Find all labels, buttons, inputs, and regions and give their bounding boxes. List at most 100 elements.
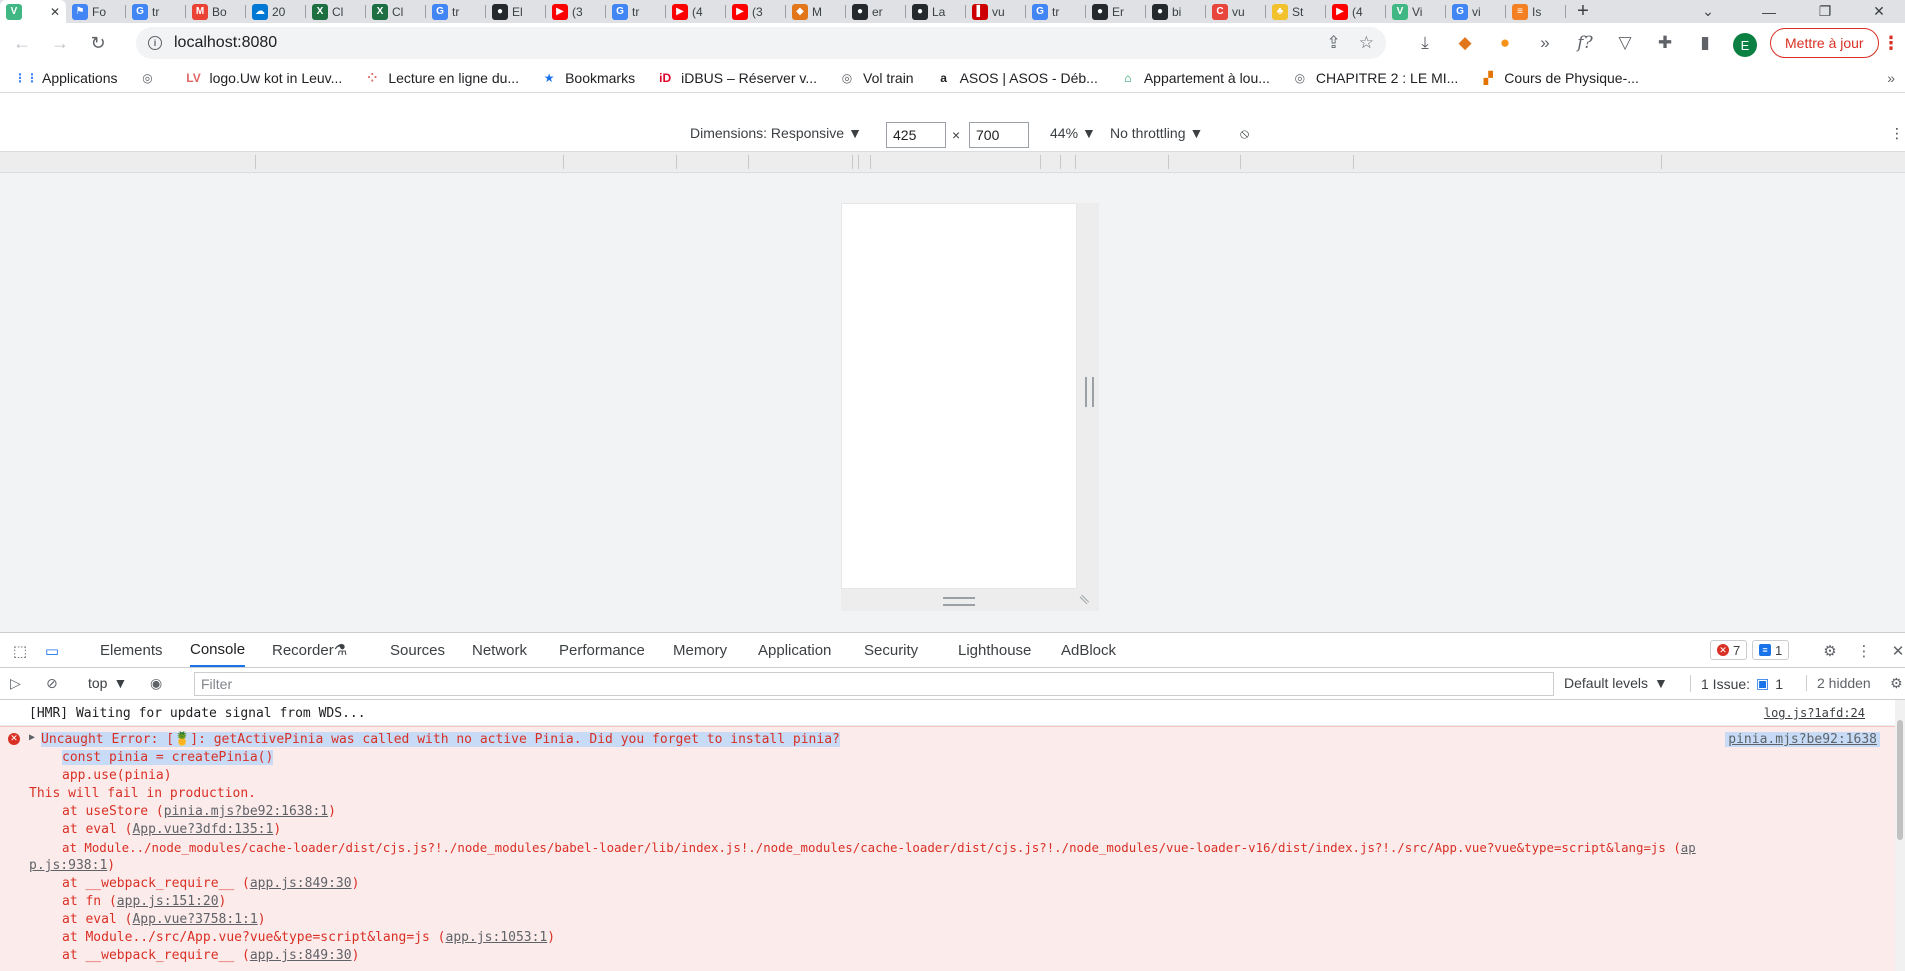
browser-tab[interactable]: X Cl	[306, 0, 366, 23]
devtools-tab-elements[interactable]: Elements	[100, 633, 163, 667]
zoom-dropdown[interactable]: 44% ▼	[1050, 125, 1096, 141]
close-devtools-icon[interactable]: ✕	[1888, 641, 1905, 661]
devtools-tab-lighthouse[interactable]: Lighthouse	[958, 633, 1031, 667]
extension-p-icon[interactable]: ●	[1490, 27, 1520, 59]
stack-link[interactable]: app.js:849:30	[250, 876, 352, 891]
log-levels-dropdown[interactable]: Default levels ▼	[1564, 675, 1668, 691]
devtools-tab-application[interactable]: Application	[758, 633, 831, 667]
log-source-link[interactable]: log.js?1afd:24	[1764, 706, 1865, 720]
bookmark-item[interactable]: ⁘ Lecture en ligne du...	[364, 70, 519, 86]
update-button[interactable]: Mettre à jour	[1770, 28, 1879, 58]
vue-devtools-icon[interactable]: ▽	[1610, 27, 1640, 59]
address-bar[interactable]: i localhost:8080 ⇪ ☆	[136, 27, 1386, 59]
download-icon[interactable]: ⤓	[1410, 27, 1440, 59]
console-settings-gear-icon[interactable]: ⚙	[1890, 675, 1903, 692]
stack-link[interactable]: pinia.mjs?be92:1638:1	[164, 804, 328, 819]
site-info-icon[interactable]: i	[148, 36, 162, 50]
stack-link[interactable]: p.js:938:1	[29, 858, 107, 873]
browser-tab[interactable]: Gtr	[426, 0, 486, 23]
browser-tab[interactable]: ● bi	[1146, 0, 1206, 23]
bookmark-item[interactable]: ★ Bookmarks	[541, 70, 635, 86]
browser-tab[interactable]: X Cl	[366, 0, 426, 23]
device-toggle-icon[interactable]: ▭	[42, 641, 62, 661]
rotate-icon[interactable]: ⦸	[1240, 125, 1249, 142]
browser-tab[interactable]: V ✕	[0, 0, 66, 23]
bookmark-item[interactable]: ⌂ Appartement à lou...	[1120, 70, 1270, 86]
stack-link[interactable]: ap	[1681, 840, 1696, 855]
bookmarks-overflow-icon[interactable]: »	[1887, 70, 1895, 86]
message-count-badge[interactable]: ≡ 1	[1752, 640, 1790, 660]
browser-tab[interactable]: ▶ (3	[726, 0, 786, 23]
browser-tab[interactable]: ◆ M	[786, 0, 846, 23]
devtools-menu-icon[interactable]: ⋮	[1854, 641, 1874, 661]
chrome-menu-icon[interactable]: ⋮	[1882, 33, 1900, 54]
throttling-dropdown[interactable]: No throttling ▼	[1110, 125, 1203, 141]
browser-tab[interactable]: Gtr	[606, 0, 666, 23]
browser-tab[interactable]: ⚑ Fo	[66, 0, 126, 23]
browser-tab[interactable]: V Vi	[1386, 0, 1446, 23]
browser-tab[interactable]: ▶ (4	[1326, 0, 1386, 23]
browser-tab[interactable]: ♣ St	[1266, 0, 1326, 23]
context-selector[interactable]: top ▼	[88, 675, 127, 691]
device-options-icon[interactable]: ⋮	[1890, 125, 1904, 142]
share-icon[interactable]: ⇪	[1327, 33, 1341, 53]
settings-gear-icon[interactable]: ⚙	[1820, 641, 1840, 661]
bookmark-item[interactable]: ◎	[140, 70, 164, 86]
browser-tab[interactable]: Gvi	[1446, 0, 1506, 23]
error-source-link[interactable]: pinia.mjs?be92:1638	[1725, 732, 1880, 747]
devtools-tab-network[interactable]: Network	[472, 633, 527, 667]
dimensions-dropdown[interactable]: Dimensions: Responsive ▼	[690, 125, 862, 141]
resize-handle-right[interactable]	[1077, 203, 1099, 589]
browser-tab[interactable]: ≡ Is	[1506, 0, 1566, 23]
browser-tab[interactable]: ▶ (4	[666, 0, 726, 23]
new-tab-icon[interactable]: +	[1566, 0, 1600, 23]
reload-icon[interactable]: ↻	[82, 27, 114, 59]
extensions-puzzle-icon[interactable]: ✚	[1650, 27, 1680, 59]
devtools-tab-security[interactable]: Security	[864, 633, 918, 667]
clear-console-icon[interactable]: ⊘	[46, 675, 58, 692]
browser-tab[interactable]: ▌ vu	[966, 0, 1026, 23]
bookmark-item[interactable]: ⋮⋮ Applications	[14, 70, 118, 86]
close-window-icon[interactable]: ✕	[1851, 0, 1905, 23]
devtools-tab-memory[interactable]: Memory	[673, 633, 727, 667]
resize-handle-bottom[interactable]	[841, 589, 1099, 611]
bookmark-star-icon[interactable]: ☆	[1359, 33, 1374, 53]
close-tab-icon[interactable]: ✕	[50, 5, 60, 19]
expand-triangle-icon[interactable]: ▶	[29, 732, 35, 743]
browser-tab[interactable]: ● Er	[1086, 0, 1146, 23]
minimize-icon[interactable]: —	[1741, 0, 1797, 23]
forward-icon[interactable]: →	[44, 27, 76, 59]
bookmark-item[interactable]: iD iDBUS – Réserver v...	[657, 70, 817, 86]
browser-tab[interactable]: Gtr	[1026, 0, 1086, 23]
devtools-tab-recorder[interactable]: Recorder ⚗	[272, 633, 347, 667]
device-screen[interactable]	[841, 203, 1077, 589]
devtools-tab-adblock[interactable]: AdBlock	[1061, 633, 1116, 667]
bookmark-item[interactable]: ◎ Vol train	[839, 70, 914, 86]
browser-tab[interactable]: ☁ 20	[246, 0, 306, 23]
tab-search-icon[interactable]: ⌄	[1680, 0, 1736, 23]
stack-link[interactable]: App.vue?3758:1:1	[132, 912, 257, 927]
inspect-element-icon[interactable]: ⬚	[10, 641, 30, 661]
browser-tab[interactable]: Cvu	[1206, 0, 1266, 23]
browser-tab[interactable]: Gtr	[126, 0, 186, 23]
stack-link[interactable]: app.js:1053:1	[446, 930, 548, 945]
height-input[interactable]: 700	[969, 122, 1029, 148]
issues-button[interactable]: 1 Issue: ▣ 1	[1690, 675, 1783, 692]
media-query-ruler[interactable]	[0, 151, 1905, 173]
console-output[interactable]: [HMR] Waiting for update signal from WDS…	[0, 700, 1905, 971]
live-expression-eye-icon[interactable]: ◉	[150, 675, 162, 692]
filter-input[interactable]: Filter	[194, 672, 1554, 696]
devtools-tab-performance[interactable]: Performance	[559, 633, 645, 667]
sidebar-toggle-icon[interactable]: ▷	[10, 675, 21, 692]
bookmark-item[interactable]: a ASOS | ASOS - Déb...	[936, 70, 1098, 86]
extension-formula-icon[interactable]: f?	[1570, 27, 1600, 59]
bookmark-item[interactable]: ▞ Cours de Physique-...	[1480, 70, 1639, 86]
error-count-badge[interactable]: ✕ 7	[1710, 640, 1748, 660]
metamask-icon[interactable]: ◆	[1450, 27, 1480, 59]
stack-link[interactable]: App.vue?3dfd:135:1	[132, 822, 273, 837]
browser-tab[interactable]: M Bo	[186, 0, 246, 23]
console-scrollbar[interactable]	[1895, 700, 1905, 971]
browser-tab[interactable]: ● er	[846, 0, 906, 23]
back-icon[interactable]: ←	[6, 27, 38, 59]
browser-tab[interactable]: ▶ (3	[546, 0, 606, 23]
